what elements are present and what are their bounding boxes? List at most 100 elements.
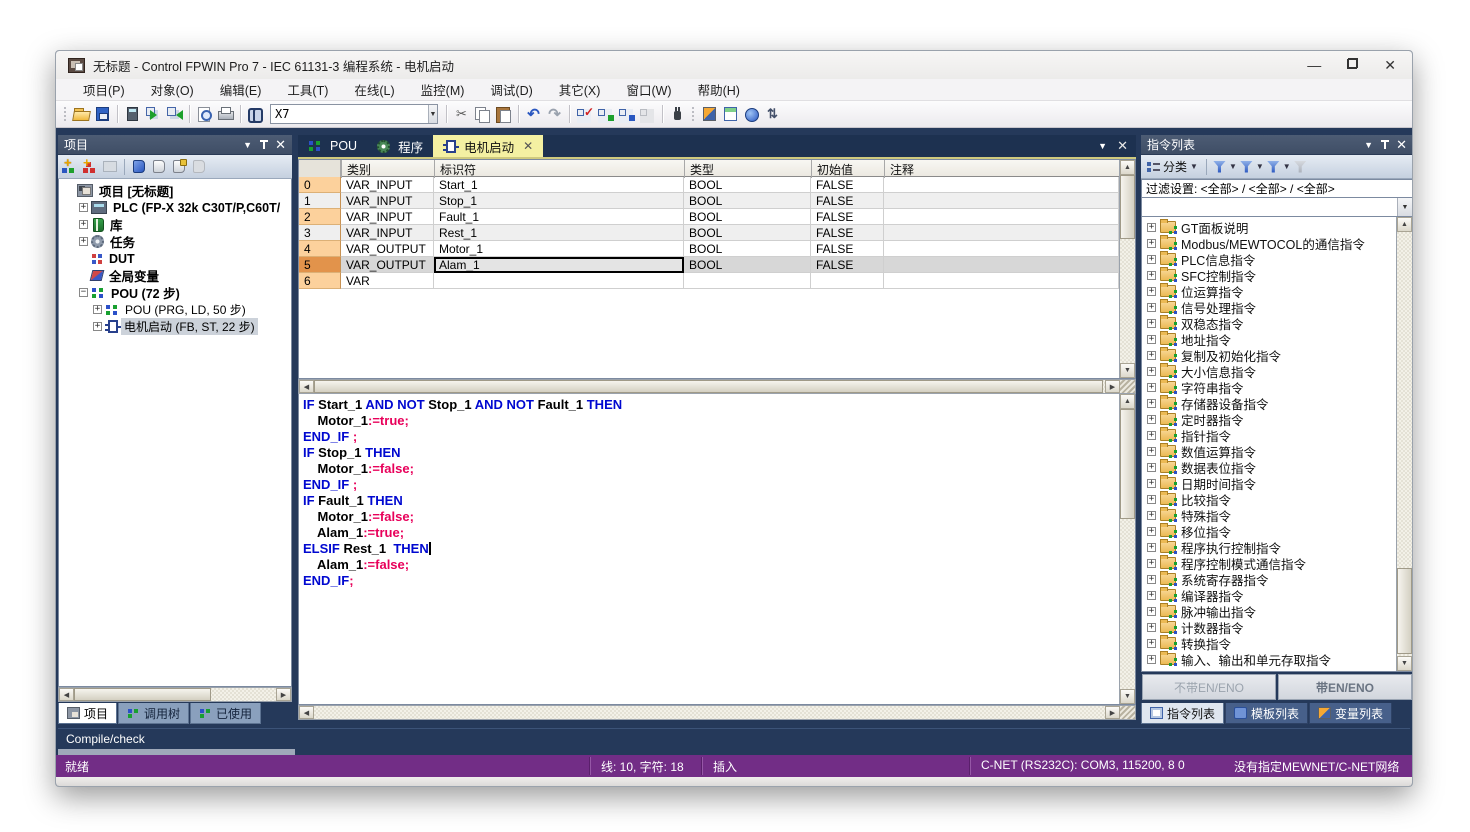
row-number-cell[interactable]: 5 xyxy=(299,257,341,273)
menu-item[interactable]: 对象(O) xyxy=(138,78,207,101)
code-line[interactable]: IF Stop_1 THEN xyxy=(303,445,1119,461)
type-cell[interactable]: BOOL xyxy=(684,241,811,257)
scroll-left-icon[interactable]: ◀ xyxy=(59,688,74,701)
var-table-row[interactable]: 3VAR_INPUTRest_1BOOLFALSE xyxy=(299,225,1119,241)
class-cell[interactable]: VAR_INPUT xyxy=(341,209,434,225)
type-cell[interactable]: BOOL xyxy=(684,209,811,225)
menu-item[interactable]: 帮助(H) xyxy=(685,78,753,101)
class-cell[interactable]: VAR_OUTPUT xyxy=(341,257,434,273)
tab-指令列表[interactable]: 指令列表 xyxy=(1141,703,1224,724)
comment-cell[interactable] xyxy=(884,193,1119,209)
tree-item[interactable]: +电机启动 (FB, ST, 22 步) xyxy=(59,318,291,335)
title-bar[interactable]: 无标题 - Control FPWIN Pro 7 - IEC 61131-3 … xyxy=(56,51,1412,79)
device-monitor-icon[interactable] xyxy=(617,105,636,123)
pin-icon[interactable] xyxy=(1380,139,1389,150)
toolbar-grip[interactable] xyxy=(63,105,68,123)
tree-item[interactable]: 项目 [无标题] xyxy=(59,182,291,199)
expand-icon[interactable]: + xyxy=(1147,399,1156,408)
var-table-row[interactable]: 4VAR_OUTPUTMotor_1BOOLFALSE xyxy=(299,241,1119,257)
var-table-row[interactable]: 1VAR_INPUTStop_1BOOLFALSE xyxy=(299,193,1119,209)
comment-cell[interactable] xyxy=(884,273,1119,289)
editor-tab-POU[interactable]: POU xyxy=(298,135,367,157)
identifier-cell[interactable]: Start_1 xyxy=(434,177,684,193)
identifier-cell[interactable]: Alam_1 xyxy=(434,257,684,273)
scrollbar-thumb[interactable] xyxy=(1397,568,1412,654)
row-number-cell[interactable]: 6 xyxy=(299,273,341,289)
st-code-editor[interactable]: IF Start_1 AND NOT Stop_1 AND NOT Fault_… xyxy=(298,394,1136,705)
expand-icon[interactable]: + xyxy=(1147,287,1156,296)
chevron-down-icon[interactable]: ▼ xyxy=(1229,162,1237,171)
dropdown-icon[interactable]: ▼ xyxy=(1397,198,1412,216)
editor-tab-程序[interactable]: 程序 xyxy=(367,135,433,157)
initial-value-cell[interactable]: FALSE xyxy=(811,193,884,209)
check-program-icon[interactable] xyxy=(575,105,594,123)
expand-icon[interactable]: + xyxy=(1147,383,1156,392)
cut-icon[interactable] xyxy=(452,105,471,123)
tree-item[interactable]: +任务 xyxy=(59,233,291,250)
install-library-icon[interactable] xyxy=(170,158,188,175)
menu-item[interactable]: 项目(P) xyxy=(70,78,138,101)
expand-icon[interactable]: + xyxy=(1147,303,1156,312)
editor-tab-电机启动[interactable]: 电机启动✕ xyxy=(433,135,543,157)
size-grip[interactable] xyxy=(1120,380,1135,393)
scrollbar-track[interactable] xyxy=(314,706,1105,719)
scrollbar-track[interactable] xyxy=(74,688,276,701)
menu-item[interactable]: 在线(L) xyxy=(341,78,407,101)
scroll-up-icon[interactable]: ▲ xyxy=(1120,160,1135,175)
code-line[interactable]: Alam_1:=false; xyxy=(303,557,1119,573)
tree-item[interactable]: 全局变量 xyxy=(59,267,291,284)
scrollbar-thumb[interactable] xyxy=(1120,175,1135,239)
code-vertical-scrollbar[interactable]: ▲ ▼ xyxy=(1119,394,1135,704)
row-number-cell[interactable]: 3 xyxy=(299,225,341,241)
tree-item[interactable]: DUT xyxy=(59,250,291,267)
expand-icon[interactable]: + xyxy=(1147,591,1156,600)
code-line[interactable]: ELSIF Rest_1 THEN xyxy=(303,541,1119,557)
code-horizontal-scrollbar[interactable]: ◀ ▶ xyxy=(298,705,1136,720)
class-cell[interactable]: VAR_INPUT xyxy=(341,193,434,209)
expand-icon[interactable]: + xyxy=(93,305,102,314)
pou-list-icon[interactable] xyxy=(721,105,740,123)
row-number-cell[interactable]: 4 xyxy=(299,241,341,257)
expand-icon[interactable]: + xyxy=(1147,431,1156,440)
identifier-cell[interactable] xyxy=(434,273,684,289)
print-icon[interactable] xyxy=(216,105,235,123)
comment-cell[interactable] xyxy=(884,225,1119,241)
tree-item[interactable]: −POU (72 步) xyxy=(59,284,291,301)
scroll-down-icon[interactable]: ▼ xyxy=(1120,363,1135,378)
expand-icon[interactable]: + xyxy=(1147,527,1156,536)
compile-all-icon[interactable] xyxy=(123,105,142,123)
expand-icon[interactable]: + xyxy=(1147,623,1156,632)
address-dropdown-icon[interactable]: ▼ xyxy=(428,105,437,123)
expand-icon[interactable]: + xyxy=(1147,511,1156,520)
clear-filter-icon[interactable] xyxy=(1294,161,1307,173)
expand-icon[interactable]: + xyxy=(79,237,88,246)
scroll-right-icon[interactable]: ▶ xyxy=(276,688,291,701)
comment-cell[interactable] xyxy=(884,257,1119,273)
row-number-cell[interactable]: 0 xyxy=(299,177,341,193)
initial-value-cell[interactable] xyxy=(811,273,884,289)
type-cell[interactable]: BOOL xyxy=(684,225,811,241)
var-table-row[interactable]: 6VAR xyxy=(299,273,1119,289)
scroll-down-icon[interactable]: ▼ xyxy=(1120,689,1135,704)
chevron-down-icon[interactable]: ▼ xyxy=(1364,140,1373,150)
expand-icon[interactable]: + xyxy=(1147,415,1156,424)
instruction-vertical-scrollbar[interactable]: ▲ ▼ xyxy=(1396,217,1412,671)
code-line[interactable]: Motor_1:=false; xyxy=(303,509,1119,525)
class-cell[interactable]: VAR xyxy=(341,273,434,289)
add-dut-icon[interactable] xyxy=(81,158,99,175)
code-line[interactable]: Motor_1:=true; xyxy=(303,413,1119,429)
scroll-left-icon[interactable]: ◀ xyxy=(299,706,314,719)
expand-icon[interactable]: + xyxy=(1147,543,1156,552)
online-connection-icon[interactable] xyxy=(668,105,687,123)
comment-cell[interactable] xyxy=(884,209,1119,225)
scroll-up-icon[interactable]: ▲ xyxy=(1120,394,1135,409)
close-document-icon[interactable]: ✕ xyxy=(1117,138,1128,154)
initial-value-cell[interactable]: FALSE xyxy=(811,177,884,193)
identifier-cell[interactable]: Stop_1 xyxy=(434,193,684,209)
scroll-right-icon[interactable]: ▶ xyxy=(1105,380,1120,393)
code-line[interactable]: END_IF; xyxy=(303,573,1119,589)
tab-已使用[interactable]: 已使用 xyxy=(190,703,261,724)
column-header[interactable]: 注释 xyxy=(884,160,1119,178)
scrollbar-thumb[interactable] xyxy=(74,688,211,701)
class-cell[interactable]: VAR_OUTPUT xyxy=(341,241,434,257)
